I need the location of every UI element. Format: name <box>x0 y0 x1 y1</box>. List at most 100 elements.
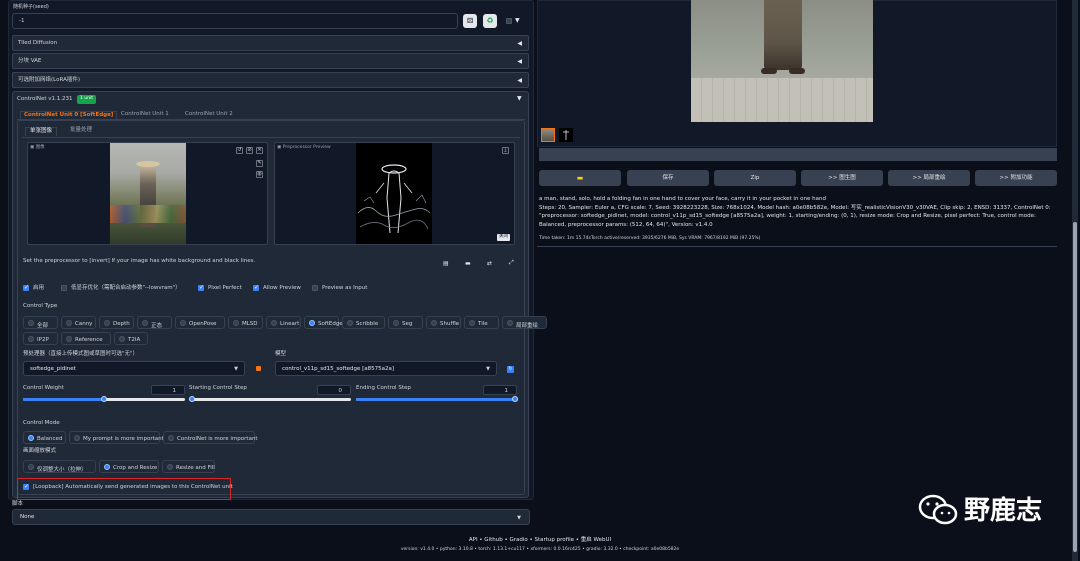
tab-unit-2[interactable]: ControlNet Unit 2 <box>185 111 233 118</box>
seed-input[interactable]: -1 <box>12 13 458 29</box>
brush-icon[interactable]: ✎ <box>256 160 263 167</box>
new-canvas-icon[interactable]: ▤ <box>443 260 449 267</box>
zip-button[interactable]: Zip <box>714 170 796 186</box>
accordion-tiled-diffusion[interactable]: Tiled Diffusion ◀ <box>12 35 529 51</box>
accordion-tiled-vae[interactable]: 分块 VAE ◀ <box>12 53 529 69</box>
download-icon[interactable]: ⤓ <box>502 147 509 154</box>
resize-crop-and-resize[interactable]: Crop and Resize <box>99 460 159 473</box>
resize-and-fill[interactable]: Resize and Fill <box>162 460 215 473</box>
wechat-logo-icon <box>918 493 958 527</box>
model-select[interactable]: control_v11p_sd15_softedge [a8575a2a] ▼ <box>275 361 497 376</box>
generation-params: Steps: 20, Sampler: Euler a, CFG scale: … <box>539 204 1051 228</box>
slider-track[interactable] <box>189 398 351 401</box>
refresh-models-button[interactable]: ↻ <box>507 366 514 373</box>
resize-label: 仅调整大小（拉伸） <box>37 467 87 473</box>
preview-as-input-checkbox[interactable] <box>312 285 318 291</box>
control-type-11[interactable]: Tile <box>464 316 499 329</box>
end-step-slider[interactable] <box>356 396 518 403</box>
control-type-label-9: Seg <box>402 321 413 327</box>
mode-controlnet-important[interactable]: ControlNet is more important <box>163 431 258 444</box>
control-type-9[interactable]: Seg <box>388 316 423 329</box>
control-type-2[interactable]: Depth <box>99 316 134 329</box>
run-preprocessor-icon[interactable] <box>256 366 261 371</box>
output-image[interactable] <box>691 0 873 122</box>
preprocessor-select[interactable]: softedge_pidinet ▼ <box>23 361 245 376</box>
shoe-right <box>789 68 805 74</box>
control-type-12[interactable]: 局部重绘 <box>502 316 547 329</box>
send-to-extras-button[interactable]: >> 附加功能 <box>975 170 1057 186</box>
clear-icon[interactable]: ⊘ <box>246 147 253 154</box>
control-type-0[interactable]: 全部 <box>23 316 58 329</box>
recycle-button[interactable]: ♻ <box>483 14 497 28</box>
dice-button[interactable]: ⚄ <box>463 14 477 28</box>
resize-label: Resize and Fill <box>176 465 215 471</box>
radio-dot <box>28 320 34 326</box>
softedge-map <box>357 164 431 234</box>
resize-just-resize[interactable]: 仅调整大小（拉伸） <box>23 460 96 473</box>
close-icon[interactable]: ✕ <box>256 147 263 154</box>
loopback-checkbox[interactable] <box>23 483 29 490</box>
undo-icon[interactable]: ↺ <box>236 147 243 154</box>
slider-thumb[interactable] <box>189 396 195 402</box>
enable-label: 启用 <box>33 285 45 291</box>
radio-dot <box>142 320 148 326</box>
tab-unit-1[interactable]: ControlNet Unit 1 <box>121 111 169 118</box>
control-type-5[interactable]: MLSD <box>228 316 263 329</box>
page-scrollbar-thumb[interactable] <box>1073 222 1077 552</box>
control-weight-slider[interactable] <box>23 396 185 403</box>
enable-checkbox[interactable] <box>23 284 29 291</box>
control-type-10[interactable]: Shuffle <box>426 316 461 329</box>
mode-prompt-important[interactable]: My prompt is more important <box>69 431 164 444</box>
control-type-14[interactable]: Reference <box>61 332 111 345</box>
pixel-perfect-checkbox[interactable] <box>198 284 204 291</box>
control-weight-input[interactable]: 1 <box>151 385 185 395</box>
extra-seed-toggle-icon[interactable]: ▼ <box>515 17 520 24</box>
slider-thumb[interactable] <box>512 396 518 402</box>
accordion-additional-networks[interactable]: 可选附加网络(LoRA插件) ◀ <box>12 72 529 88</box>
extras-button-label: >> 附加功能 <box>999 175 1033 181</box>
info-panel-border <box>537 246 1057 247</box>
collapse-down-icon[interactable]: ▼ <box>517 95 522 102</box>
lowvram-checkbox[interactable] <box>61 285 67 291</box>
script-value: None <box>20 514 35 520</box>
send-to-img2img-button[interactable]: >> 图生图 <box>801 170 883 186</box>
start-step-slider[interactable] <box>189 396 351 403</box>
control-type-4[interactable]: OpenPose <box>175 316 225 329</box>
tab-single-image[interactable]: 单张图像 <box>25 127 58 136</box>
preview-image <box>356 143 432 244</box>
script-select[interactable]: None ▼ <box>12 509 530 525</box>
inpaint-button-label: >> 局部重绘 <box>912 175 946 181</box>
crowd-shape <box>110 205 186 223</box>
thumbnail-1[interactable] <box>541 128 555 142</box>
control-type-7[interactable]: SoftEdge <box>304 316 343 329</box>
control-type-13[interactable]: IP2P <box>23 332 58 345</box>
control-type-6[interactable]: Lineart <box>266 316 301 329</box>
send-to-inpaint-button[interactable]: >> 局部重绘 <box>888 170 970 186</box>
send-dimensions-icon[interactable]: ⤢ <box>509 259 514 267</box>
swap-icon[interactable]: ⇄ <box>487 260 492 267</box>
tab-batch[interactable]: 批量处理 <box>70 127 92 134</box>
thumbnail-2[interactable] <box>559 128 573 142</box>
webcam-icon[interactable]: ▬ <box>465 260 471 267</box>
control-type-label-15: T2IA <box>128 337 141 343</box>
control-type-15[interactable]: T2IA <box>114 332 148 345</box>
radio-dot <box>28 336 34 342</box>
lowvram-label: 低显存优化（需配合启动参数"--lowvram"） <box>71 285 181 291</box>
control-type-3[interactable]: 正态 <box>137 316 172 329</box>
control-type-1[interactable]: Canny <box>61 316 96 329</box>
start-step-input[interactable]: 0 <box>317 385 351 395</box>
allow-preview-checkbox[interactable] <box>253 284 259 291</box>
color-icon[interactable]: ◍ <box>256 171 263 178</box>
save-button[interactable]: 保存 <box>627 170 709 186</box>
dropdown-caret-icon: ▼ <box>234 366 238 372</box>
end-step-input[interactable]: 1 <box>483 385 517 395</box>
radio-dot <box>167 464 173 470</box>
mode-balanced[interactable]: Balanced <box>23 431 66 444</box>
controlnet-title[interactable]: ControlNet v1.1.231 <box>17 96 73 103</box>
control-type-8[interactable]: Scribble <box>342 316 385 329</box>
extra-seed-checkbox[interactable] <box>506 18 512 24</box>
slider-thumb[interactable] <box>101 396 107 402</box>
footer-links[interactable]: API • Github • Gradio • Startup profile … <box>0 537 1080 544</box>
close-preview-button[interactable]: 关闭 <box>497 234 510 241</box>
folder-button[interactable]: ▬ <box>539 170 621 186</box>
